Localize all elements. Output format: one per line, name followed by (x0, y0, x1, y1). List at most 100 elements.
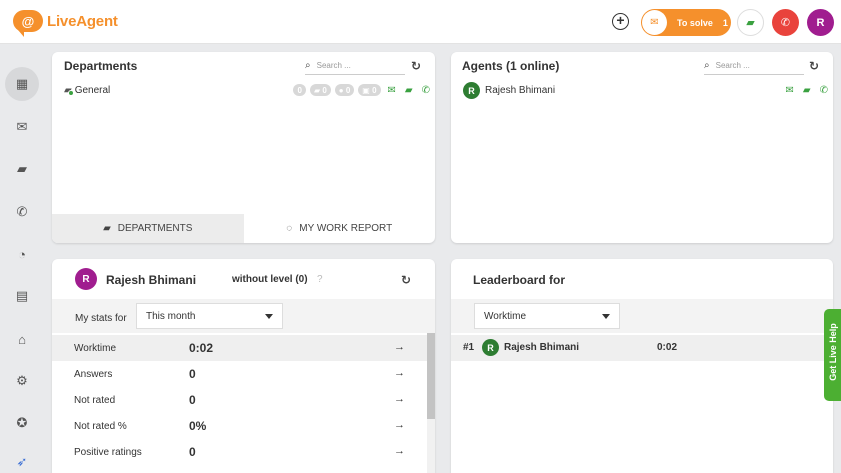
leaderboard-value: 0:02 (657, 342, 678, 353)
contacts-icon: ▤ (15, 288, 29, 303)
chat-status-button[interactable]: ▰ (737, 9, 764, 36)
agents-title: Agents (1 online) (462, 59, 560, 73)
call-status-button[interactable]: ✆ (772, 9, 799, 36)
stat-row-worktime[interactable]: Worktime 0:02 → (52, 335, 427, 361)
stat-label: Worktime (74, 343, 117, 354)
stats-filter-label: My stats for (75, 313, 127, 324)
sidebar-item-getting-started[interactable]: ➶ (5, 445, 39, 473)
stats-user-avatar: R (75, 268, 97, 290)
arrow-right-icon[interactable]: → (394, 341, 405, 353)
departments-search[interactable]: ⌕ Search ... (305, 57, 405, 75)
add-new-button[interactable]: + (612, 13, 629, 30)
department-row[interactable]: ▰ General 0 ▰ 0 ● 0 ▣ 0 ✉ ▰ ✆ (64, 84, 430, 96)
sidebar-item-contacts[interactable]: ▤ (5, 279, 39, 313)
chat-icon[interactable]: ▰ (405, 85, 413, 96)
sidebar-item-calls[interactable]: ✆ (5, 195, 39, 229)
stat-value: 0% (189, 419, 207, 433)
agents-search-placeholder: Search ... (715, 61, 750, 70)
folder-icon: ▰ (64, 85, 74, 96)
arrow-right-icon[interactable]: → (394, 419, 405, 431)
to-solve-label: To solve (677, 17, 713, 28)
email-icon[interactable]: ✉ (786, 85, 794, 96)
rocket-icon: ➶ (16, 454, 28, 469)
sidebar-item-chats[interactable]: ▰ (5, 152, 39, 186)
leaderboard-card: Leaderboard for Worktime #1 R Rajesh Bhi… (451, 259, 833, 473)
agent-avatar: R (463, 82, 480, 99)
liveagent-logo[interactable]: @ LiveAgent (13, 10, 118, 37)
chat-icon: ▰ (17, 161, 27, 176)
stat-label: Positive ratings (74, 447, 142, 458)
help-icon[interactable]: ? (317, 274, 323, 285)
user-avatar-button[interactable]: R (807, 9, 834, 36)
stats-refresh-icon[interactable]: ↻ (401, 273, 411, 287)
sidebar: ▦ ✉ ▰ ✆ ◔ ▤ ⌂ ⚙ ✪ ➶ (0, 45, 43, 473)
leaderboard-avatar: R (482, 339, 499, 356)
phone-icon[interactable]: ✆ (820, 85, 828, 96)
stat-row-answers[interactable]: Answers 0 → (52, 361, 427, 387)
leaderboard-filter-bar: Worktime (451, 299, 833, 333)
leaderboard-row[interactable]: #1 R Rajesh Bhimani 0:02 (451, 335, 833, 361)
stat-value: 0:02 (189, 341, 214, 355)
chevron-down-icon (265, 314, 273, 319)
stat-value: 0 (189, 393, 196, 407)
envelope-icon: ✉ (642, 10, 667, 35)
get-live-help-tab[interactable]: Get Live Help (824, 309, 841, 401)
stat-label: Not rated % (74, 421, 127, 432)
count-chats: ▰ 0 (309, 84, 331, 96)
tab-departments-label: DEPARTMENTS (117, 223, 193, 234)
arrow-right-icon[interactable]: → (394, 393, 405, 405)
stat-row-not-rated-percent[interactable]: Not rated % 0% → (52, 413, 427, 439)
agent-row[interactable]: R Rajesh Bhimani ✉ ▰ ✆ (463, 82, 828, 99)
envelope-icon: ✉ (16, 119, 28, 134)
stat-label: Not rated (74, 395, 116, 406)
stats-user-name: Rajesh Bhimani (106, 273, 197, 287)
count-other: ▣ 0 (358, 84, 381, 96)
stat-row-not-rated[interactable]: Not rated 0 → (52, 387, 427, 413)
stat-row-positive-ratings[interactable]: Positive ratings 0 → (52, 439, 427, 465)
sidebar-item-tickets[interactable]: ✉ (5, 110, 39, 144)
stat-value: 0 (189, 367, 196, 381)
departments-tabs: ▰ DEPARTMENTS ◌ MY WORK REPORT (52, 214, 435, 243)
progress-icon: ◌ (286, 223, 293, 234)
stats-scrollbar[interactable] (427, 333, 435, 473)
phone-icon[interactable]: ✆ (422, 85, 430, 96)
leaderboard-name: Rajesh Bhimani (504, 342, 580, 353)
leaderboard-metric-select[interactable]: Worktime (474, 303, 620, 329)
logo-icon: @ (13, 10, 43, 37)
leaderboard-metric-value: Worktime (484, 310, 527, 322)
departments-search-placeholder: Search ... (316, 61, 351, 70)
count-tickets: 0 (293, 84, 306, 96)
stats-filter-bar: My stats for This month (52, 299, 435, 333)
agents-search[interactable]: ⌕ Search ... (704, 57, 804, 75)
to-solve-button[interactable]: ✉ To solve 1 (641, 9, 731, 36)
sidebar-item-settings[interactable]: ⚙ (5, 364, 39, 398)
phone-icon: ✆ (16, 204, 28, 219)
tab-my-work-report-label: MY WORK REPORT (299, 223, 393, 234)
tab-departments[interactable]: ▰ DEPARTMENTS (52, 214, 244, 243)
reports-icon: ◔ (18, 246, 26, 262)
departments-card: Departments ⌕ Search ... ↻ ▰ General 0 ▰… (52, 52, 435, 243)
stats-period-select[interactable]: This month (136, 303, 283, 329)
arrow-right-icon[interactable]: → (394, 367, 405, 379)
bank-icon: ⌂ (18, 331, 26, 347)
departments-refresh-icon[interactable]: ↻ (411, 59, 421, 73)
sidebar-item-plugins[interactable]: ✪ (5, 406, 39, 440)
tab-my-work-report[interactable]: ◌ MY WORK REPORT (244, 214, 436, 243)
logo-text: LiveAgent (47, 12, 118, 30)
sidebar-item-knowledgebase[interactable]: ⌂ (5, 322, 39, 356)
chat-icon[interactable]: ▰ (803, 85, 811, 96)
phone-icon: ✆ (780, 17, 791, 29)
sidebar-item-reports[interactable]: ◔ (5, 237, 39, 271)
agents-refresh-icon[interactable]: ↻ (809, 59, 819, 73)
agent-name: Rajesh Bhimani (485, 85, 556, 96)
to-solve-count: 1 (722, 17, 728, 28)
stat-value: 0 (189, 445, 196, 459)
sidebar-item-dashboard[interactable]: ▦ (5, 67, 39, 101)
departments-title: Departments (64, 59, 138, 73)
stats-scroll-thumb[interactable] (427, 333, 435, 419)
arrow-right-icon[interactable]: → (394, 445, 405, 457)
email-icon[interactable]: ✉ (388, 85, 396, 96)
top-bar: @ LiveAgent + ✉ To solve 1 ▰ ✆ R (0, 0, 841, 44)
my-stats-card: R Rajesh Bhimani without level (0) ? ↻ M… (52, 259, 435, 473)
count-calls: ● 0 (334, 84, 355, 96)
